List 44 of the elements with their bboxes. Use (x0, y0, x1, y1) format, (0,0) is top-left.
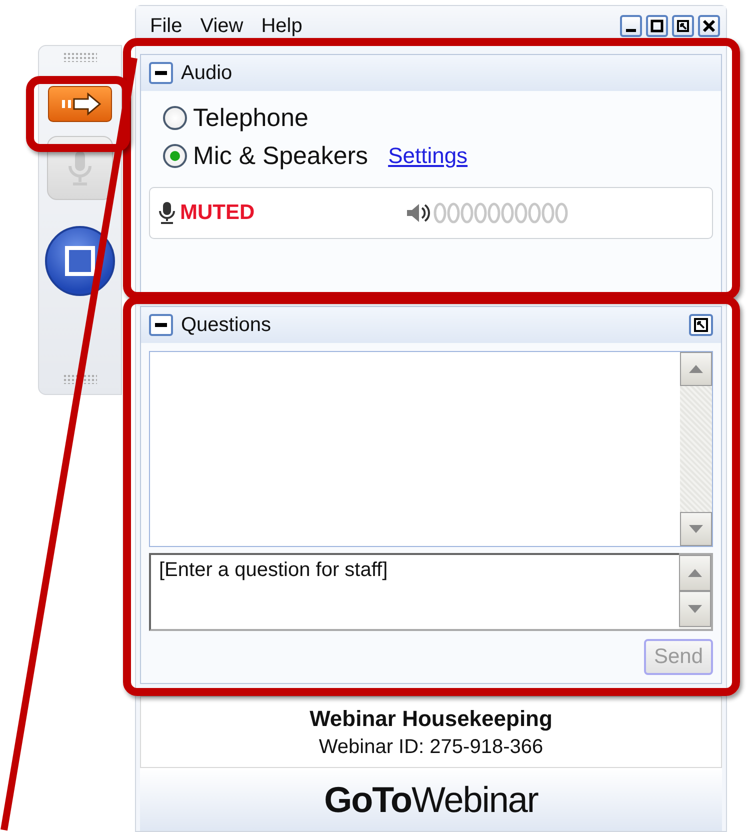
grip-handle[interactable] (63, 374, 97, 384)
question-input[interactable]: [Enter a question for staff] (149, 553, 679, 631)
webinar-id: Webinar ID: 275-918-366 (318, 736, 544, 758)
radio-button[interactable] (163, 106, 187, 130)
menu-item[interactable]: View (200, 14, 244, 38)
down-arrow-icon (688, 605, 702, 613)
settings-link[interactable]: Settings (388, 143, 468, 169)
radio-label[interactable]: Telephone (193, 104, 308, 132)
up-arrow-icon (689, 365, 703, 373)
maximize-button[interactable] (646, 15, 668, 37)
minimize-button[interactable] (620, 15, 642, 37)
scroll-up-button[interactable] (679, 555, 711, 591)
collapse-button[interactable] (149, 62, 173, 84)
close-button[interactable] (698, 15, 720, 37)
arrow-button[interactable] (48, 86, 112, 122)
minus-icon (155, 71, 167, 75)
speaker-icon (404, 202, 431, 224)
scroll-up-button[interactable] (680, 352, 712, 386)
square-icon (63, 244, 97, 278)
webinar-title: Webinar Housekeeping (310, 706, 552, 732)
minus-icon (155, 323, 167, 327)
down-arrow-icon (689, 525, 703, 533)
pop-out-icon (694, 318, 708, 332)
pop-out-icon (676, 19, 690, 33)
microphone-icon (158, 201, 176, 225)
close-icon (702, 19, 716, 33)
muted-label: MUTED (180, 201, 255, 225)
collapse-button[interactable] (149, 314, 173, 336)
panel-title: Questions (181, 314, 272, 336)
menu-item[interactable]: Help (261, 14, 302, 38)
scroll-down-button[interactable] (679, 591, 711, 627)
up-arrow-icon (688, 569, 702, 577)
restore-button[interactable] (672, 15, 694, 37)
minimize-icon (626, 28, 636, 32)
radio-button[interactable] (163, 144, 187, 168)
menu-item[interactable]: File (150, 14, 182, 38)
panel-title: Audio (181, 62, 232, 84)
scrollbar[interactable] (680, 352, 712, 546)
grip-handle[interactable] (63, 52, 97, 62)
scroll-down-button[interactable] (680, 512, 712, 546)
radio-label[interactable]: Mic & Speakers (193, 142, 368, 170)
pop-out-button[interactable] (689, 314, 713, 336)
maximize-icon (650, 19, 664, 33)
logo: GoToWebinar (324, 778, 538, 820)
